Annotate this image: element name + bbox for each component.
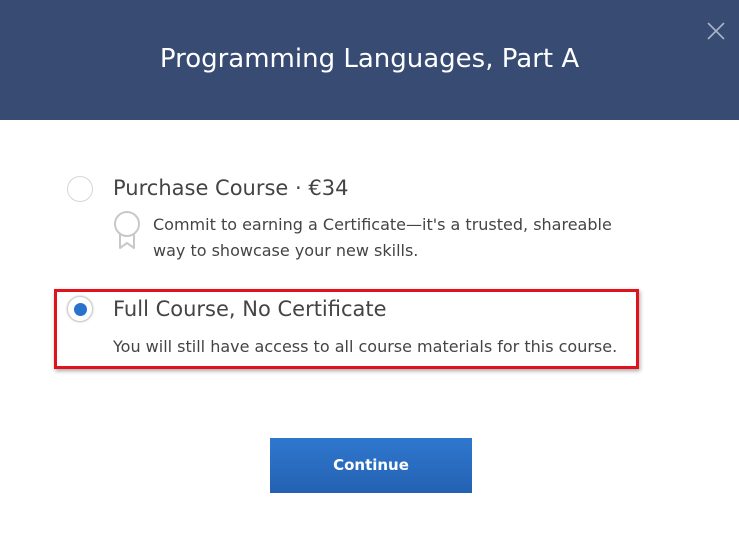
radio-purchase-course[interactable] [67,176,93,202]
continue-button[interactable]: Continue [270,438,472,493]
radio-selected-dot [74,303,87,316]
radio-full-course[interactable] [67,296,93,322]
option-full-course-description: You will still have access to all course… [113,337,618,356]
close-button[interactable] [705,20,727,42]
dialog-title: Programming Languages, Part A [159,44,580,74]
option-purchase-description-line2: way to showcase your new skills. [153,241,419,260]
close-icon [707,22,725,40]
certificate-ribbon-icon [114,211,140,249]
option-purchase-description: Commit to earning a Certificate—it's a t… [153,212,612,264]
option-purchase-description-line1: Commit to earning a Certificate—it's a t… [153,215,612,234]
option-full-course-title[interactable]: Full Course, No Certificate [113,297,387,321]
option-purchase-title[interactable]: Purchase Course · €34 [113,176,348,200]
dialog-header: Programming Languages, Part A [0,0,739,120]
